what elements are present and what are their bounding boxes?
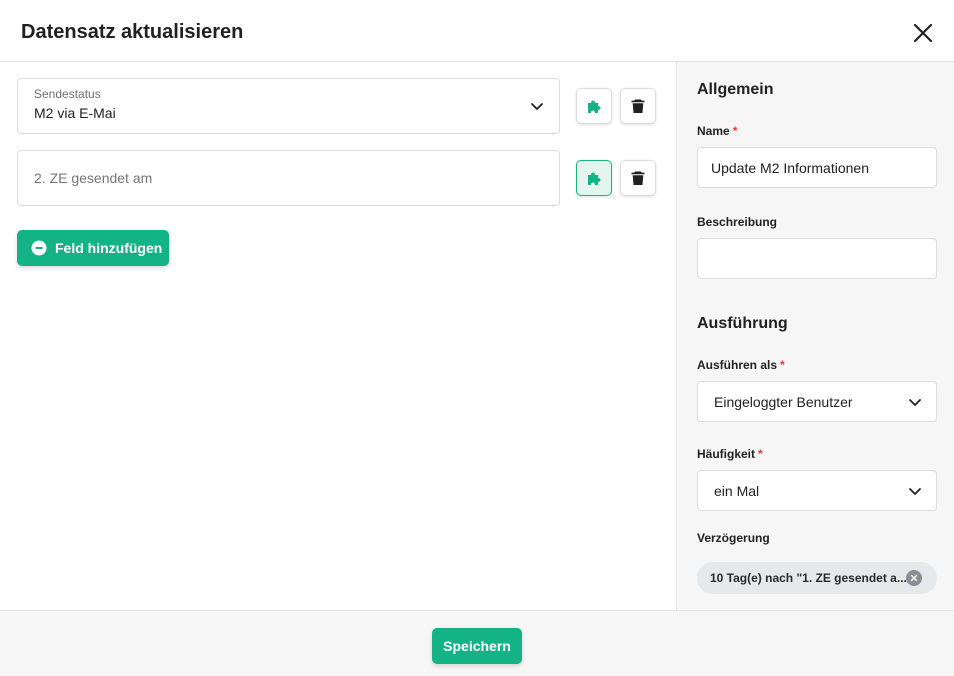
add-field-label: Feld hinzufügen (55, 240, 163, 256)
settings-sidebar: Allgemein Name * Update M2 Informationen … (676, 62, 954, 610)
plus-circle-icon (31, 240, 47, 256)
add-field-button[interactable]: Feld hinzufügen (17, 230, 169, 266)
delay-label: Verzögerung (697, 531, 770, 545)
chevron-down-icon (909, 399, 921, 406)
chevron-down-icon (909, 488, 921, 495)
chevron-down-icon (531, 103, 543, 110)
name-input[interactable]: Update M2 Informationen (697, 147, 937, 188)
plugin-button-1[interactable] (576, 88, 612, 124)
run-as-select[interactable]: Eingeloggter Benutzer (697, 381, 937, 422)
description-input[interactable] (697, 238, 937, 279)
description-label: Beschreibung (697, 215, 778, 229)
required-marker: * (758, 447, 763, 461)
save-button[interactable]: Speichern (432, 628, 522, 664)
execution-section-title: Ausführung (697, 315, 788, 332)
frequency-label: Häufigkeit * (697, 447, 763, 461)
dialog-header: Datensatz aktualisieren (0, 0, 954, 62)
run-as-value: Eingeloggter Benutzer (714, 394, 853, 410)
name-value: Update M2 Informationen (711, 160, 869, 176)
update-record-dialog: Datensatz aktualisieren Sendestatus M2 v… (0, 0, 954, 676)
frequency-select[interactable]: ein Mal (697, 470, 937, 511)
trash-icon (631, 171, 645, 185)
save-label: Speichern (443, 638, 511, 654)
name-label: Name * (697, 124, 738, 138)
close-icon[interactable] (910, 20, 936, 46)
ze-sent-date-placeholder: 2. ZE gesendet am (34, 170, 153, 186)
run-as-label: Ausführen als * (697, 358, 785, 372)
sendestatus-select[interactable]: Sendestatus M2 via E-Mai (17, 78, 560, 134)
delay-chip[interactable]: 10 Tag(e) nach "1. ZE gesendet a... (697, 562, 937, 594)
required-marker: * (780, 358, 785, 372)
sendestatus-label: Sendestatus (34, 87, 101, 101)
frequency-value: ein Mal (714, 483, 760, 499)
remove-chip-icon[interactable] (906, 570, 922, 586)
plugin-button-2[interactable] (576, 160, 612, 196)
dialog-title: Datensatz aktualisieren (21, 21, 244, 43)
sendestatus-value: M2 via E-Mai (34, 105, 116, 121)
puzzle-icon (588, 172, 601, 185)
ze-sent-date-field[interactable]: 2. ZE gesendet am (17, 150, 560, 206)
field-mapping-panel: Sendestatus M2 via E-Mai 2. ZE gesendet … (0, 62, 676, 610)
delay-chip-text: 10 Tag(e) nach "1. ZE gesendet a... (710, 571, 907, 585)
dialog-footer: Speichern (0, 610, 954, 676)
puzzle-icon (588, 100, 601, 113)
trash-icon (631, 99, 645, 113)
required-marker: * (732, 124, 738, 138)
delete-button-1[interactable] (620, 88, 656, 124)
delete-button-2[interactable] (620, 160, 656, 196)
general-section-title: Allgemein (697, 81, 774, 98)
